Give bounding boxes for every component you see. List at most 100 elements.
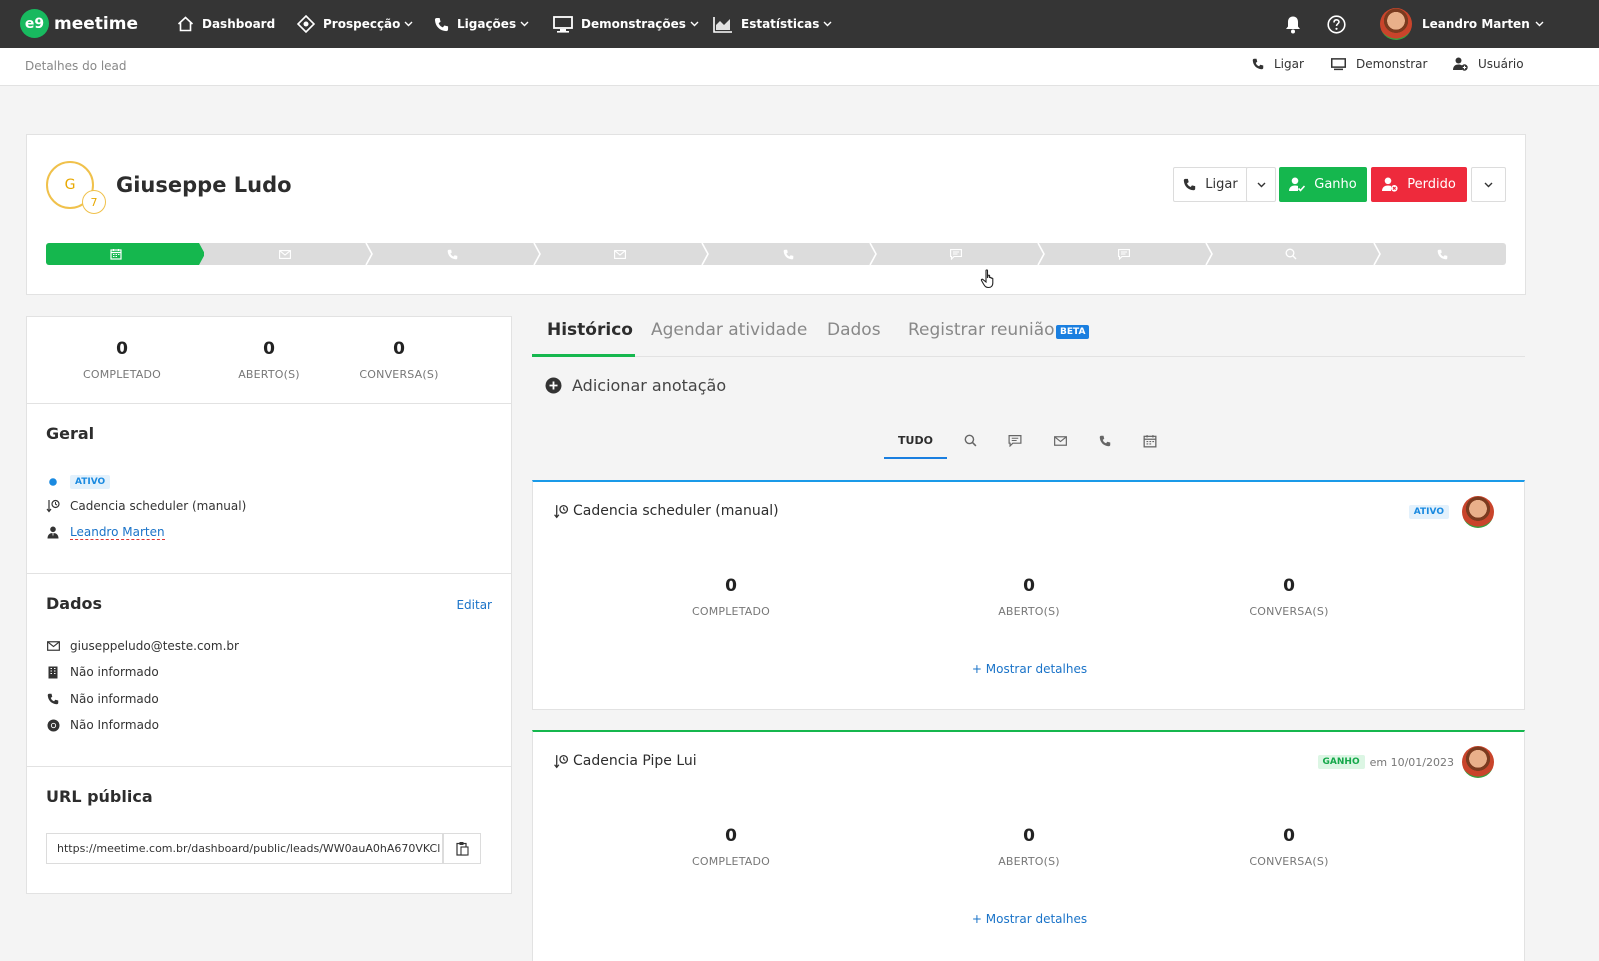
history-card-cadence-pipe: Cadencia Pipe Lui GANHO em 10/01/2023 0 … (532, 730, 1525, 961)
conversas-count: 0 (1283, 576, 1295, 596)
phone-icon (1183, 178, 1196, 191)
status-row: ATIVO (46, 475, 111, 489)
nav-prospeccao[interactable]: Prospecção (297, 0, 413, 48)
active-filter-indicator (884, 457, 947, 459)
ligar-link[interactable]: Ligar (1252, 57, 1304, 71)
nav-ligacoes[interactable]: Ligações (434, 0, 529, 48)
step-chat[interactable] (1109, 243, 1139, 265)
geral-title: Geral (46, 424, 95, 443)
user-remove-icon (1382, 177, 1398, 192)
show-details-link[interactable]: + Mostrar detalhes (533, 912, 1526, 926)
ganho-button-label: Ganho (1314, 177, 1357, 192)
perdido-button[interactable]: Perdido (1371, 167, 1467, 202)
completado-label: COMPLETADO (82, 368, 162, 381)
tab-dados[interactable]: Dados (827, 320, 881, 340)
step-calendar[interactable] (101, 243, 131, 265)
step-phone[interactable] (437, 243, 467, 265)
lead-info-panel: 0 COMPLETADO 0 ABERTO(S) 0 CONVERSA(S) G… (26, 316, 512, 894)
beta-badge: BETA (1056, 325, 1090, 339)
abertos-count: 0 (1023, 576, 1035, 596)
nav-dashboard[interactable]: Dashboard (177, 0, 275, 48)
step-phone[interactable] (1427, 243, 1457, 265)
hand-cursor-icon (980, 269, 998, 289)
building-icon (46, 666, 60, 679)
cadence-icon (46, 499, 60, 513)
chevron-down-icon (1257, 182, 1266, 188)
help-button[interactable] (1327, 0, 1346, 48)
divider (27, 573, 511, 574)
cadence-name: Cadencia scheduler (manual) (70, 499, 247, 513)
monitor-icon (1331, 57, 1346, 71)
conversas-count: 0 (393, 339, 405, 359)
meetime-logo[interactable]: e9 meetime (20, 9, 138, 38)
history-abertos: 0 ABERTO(S) (974, 826, 1084, 868)
nav-ligacoes-label: Ligações (457, 17, 517, 31)
tab-historico[interactable]: Histórico (547, 320, 633, 340)
filter-calendar[interactable] (1138, 424, 1162, 457)
top-navbar: e9 meetime Dashboard Prospecção Ligações… (0, 0, 1599, 48)
nav-demonstracoes[interactable]: Demonstrações (553, 0, 699, 48)
history-abertos: 0 ABERTO(S) (974, 576, 1084, 618)
show-details-link[interactable]: + Mostrar detalhes (533, 662, 1526, 676)
ganho-button[interactable]: Ganho (1279, 167, 1367, 202)
ligar-button[interactable]: Ligar (1173, 167, 1248, 202)
tab-agendar-atividade[interactable]: Agendar atividade (651, 320, 807, 340)
filter-chat[interactable] (1003, 424, 1027, 457)
history-card-title: Cadencia Pipe Lui (553, 753, 697, 769)
conversas-label: CONVERSA(S) (1249, 855, 1329, 868)
lead-header-card: G 7 Giuseppe Ludo Ligar Ganho Perdido (26, 134, 1526, 295)
usuario-link[interactable]: Usuário (1453, 57, 1524, 71)
user-menu[interactable]: Leandro Marten (1380, 0, 1544, 48)
filter-all[interactable]: TUDO (884, 424, 947, 457)
filter-phone[interactable] (1093, 424, 1117, 457)
nav-demonstracoes-label: Demonstrações (581, 17, 686, 31)
company-row: Não informado (46, 665, 159, 679)
edit-dados-link[interactable]: Editar (456, 598, 492, 612)
step-email[interactable] (270, 243, 300, 265)
summary-conversas: 0 CONVERSA(S) (354, 339, 444, 381)
company-value: Não informado (70, 665, 159, 679)
ligar-dropdown-button[interactable] (1246, 167, 1276, 202)
owner-avatar (1462, 746, 1494, 778)
step-chat[interactable] (941, 243, 971, 265)
home-icon (177, 16, 194, 32)
usuario-label: Usuário (1478, 57, 1524, 71)
history-completado: 0 COMPLETADO (676, 826, 786, 868)
owner-row: Leandro Marten (46, 525, 165, 540)
step-phone[interactable] (773, 243, 803, 265)
phone-row: Não informado (46, 692, 159, 706)
owner-link[interactable]: Leandro Marten (70, 525, 165, 540)
chat-icon (950, 248, 962, 260)
cadence-row: Cadencia scheduler (manual) (46, 499, 246, 513)
completado-label: COMPLETADO (691, 855, 771, 868)
help-icon (1327, 14, 1346, 34)
step-email[interactable] (605, 243, 635, 265)
filter-search[interactable] (958, 424, 982, 457)
plus-circle-icon (545, 377, 562, 394)
website-value: Não Informado (70, 718, 159, 732)
lead-badge: 7 (82, 190, 106, 214)
chart-icon (713, 16, 733, 33)
abertos-label: ABERTO(S) (998, 855, 1060, 868)
add-note-button[interactable]: Adicionar anotação (545, 376, 726, 395)
history-card-name: Cadencia Pipe Lui (573, 753, 697, 769)
status-dot-icon (46, 478, 60, 486)
phone-icon (783, 249, 794, 260)
notifications-button[interactable] (1284, 0, 1302, 48)
summary-completado: 0 COMPLETADO (77, 339, 167, 381)
demonstrar-link[interactable]: Demonstrar (1331, 57, 1427, 71)
copy-url-button[interactable] (443, 833, 481, 864)
phone-value: Não informado (70, 692, 159, 706)
nav-estatisticas[interactable]: Estatísticas (713, 0, 832, 48)
filter-email[interactable] (1048, 424, 1072, 457)
tab-registrar-reuniao[interactable]: Registrar reunião (908, 320, 1055, 340)
add-note-label: Adicionar anotação (572, 376, 727, 395)
step-search[interactable] (1276, 243, 1306, 265)
status-badge: GANHO (1317, 755, 1365, 769)
chevron-down-icon (1535, 21, 1544, 27)
more-options-button[interactable] (1471, 167, 1506, 202)
history-conversas: 0 CONVERSA(S) (1234, 576, 1344, 618)
demonstrar-label: Demonstrar (1356, 57, 1428, 71)
cadence-progress (46, 243, 1506, 265)
public-url-field[interactable]: https://meetime.com.br/dashboard/public/… (46, 833, 443, 864)
